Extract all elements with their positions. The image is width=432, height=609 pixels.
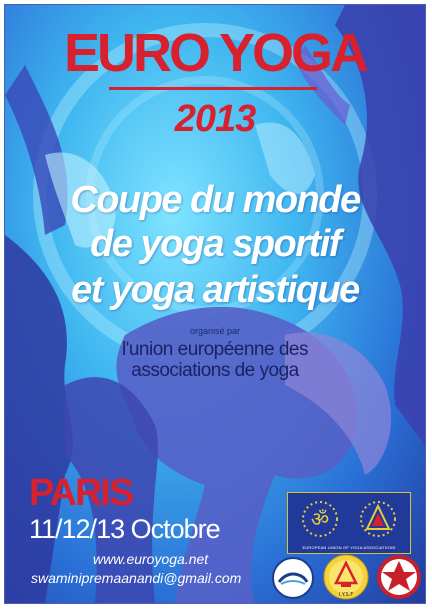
event-year: 2013 bbox=[174, 98, 257, 140]
iysf-caption: I.Y.S.F bbox=[339, 592, 353, 598]
om-logo: ॐ bbox=[302, 501, 338, 537]
event-title: EURO YOGA bbox=[63, 23, 369, 83]
european-union-of-yoga-logo: ॐ EUROPEAN UNION OF YOGA ASSOCIATIONS bbox=[287, 492, 411, 554]
union-logo-graphic: ॐ bbox=[302, 501, 396, 537]
event-city: PARIS bbox=[29, 472, 134, 514]
iysf-seal: I.Y.S.F bbox=[323, 554, 369, 600]
headline-line-1: Coupe du monde bbox=[70, 179, 361, 221]
headline-line-3-text: et yoga bbox=[71, 269, 203, 311]
headline-line-3-accent: artistique bbox=[202, 269, 361, 311]
headline-line-2: de yoga sportif bbox=[90, 223, 341, 265]
star-seal bbox=[377, 555, 421, 599]
headline-line-3: et yoga artistique bbox=[5, 267, 425, 313]
contact-email[interactable]: swaminipremaanandi@gmail.com bbox=[31, 570, 241, 586]
organised-by-label: organisé par bbox=[189, 326, 241, 336]
union-logo-caption: EUROPEAN UNION OF YOGA ASSOCIATIONS bbox=[302, 545, 396, 550]
organisation-line-2: associations de yoga bbox=[131, 360, 299, 381]
pyramid-logo bbox=[360, 501, 396, 537]
event-dates: 11/12/13 Octobre bbox=[29, 514, 221, 544]
svg-text:ॐ: ॐ bbox=[311, 507, 329, 531]
website-link[interactable]: www.euroyoga.net bbox=[93, 551, 208, 567]
poster: EURO YOGA 2013 Coupe du monde de yoga sp… bbox=[4, 4, 426, 604]
european-federation-seal bbox=[272, 557, 314, 599]
title-underline bbox=[109, 87, 317, 90]
organisation-line-1: l'union européenne des bbox=[122, 339, 308, 360]
